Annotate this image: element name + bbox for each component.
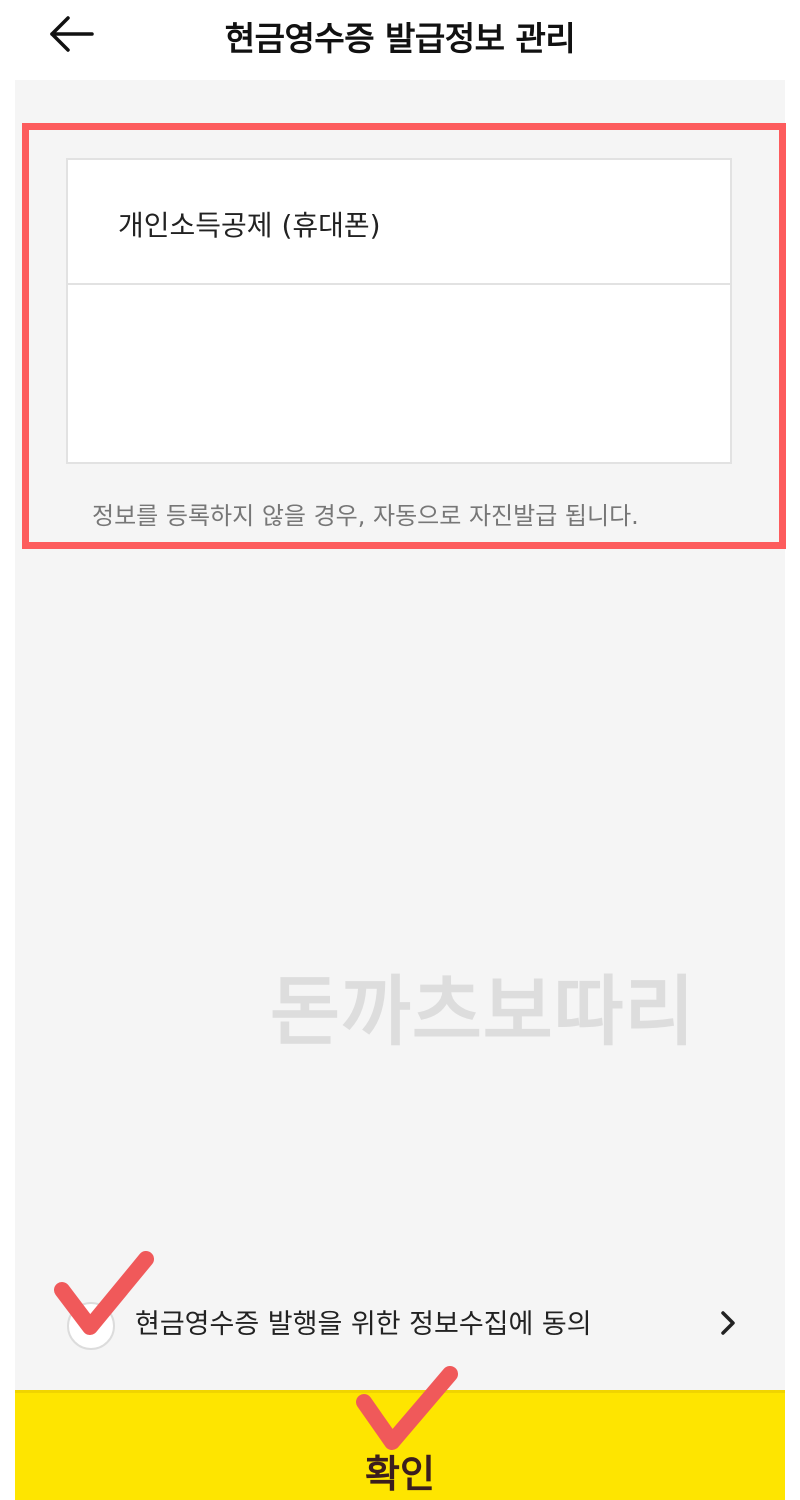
receipt-info-card: 개인소득공제 (휴대폰) — [66, 158, 732, 464]
confirm-label: 확인 — [365, 1452, 435, 1496]
agreement-radio[interactable] — [67, 1302, 115, 1350]
page-title: 현금영수증 발급정보 관리 — [224, 19, 576, 58]
page: 현금영수증 발급정보 관리 개인소득공제 (휴대폰) 정보를 등록하지 않을 경… — [0, 0, 800, 1500]
agreement-label: 현금영수증 발행을 위한 정보수집에 동의 — [135, 1309, 592, 1340]
deduction-option-row[interactable]: 개인소득공제 (휴대폰) — [68, 160, 730, 285]
agreement-row[interactable]: 현금영수증 발행을 위한 정보수집에 동의 — [15, 1280, 785, 1360]
deduction-option-label: 개인소득공제 (휴대폰) — [118, 209, 381, 242]
chevron-right-icon[interactable] — [715, 1308, 741, 1338]
header-bar: 현금영수증 발급정보 관리 — [0, 0, 800, 78]
receipt-input-area[interactable] — [68, 285, 730, 462]
auto-issue-notice: 정보를 등록하지 않을 경우, 자동으로 자진발급 됩니다. — [92, 502, 639, 530]
confirm-button[interactable]: 확인 — [15, 1390, 785, 1500]
watermark-text: 돈까츠보따리 — [270, 967, 696, 1056]
